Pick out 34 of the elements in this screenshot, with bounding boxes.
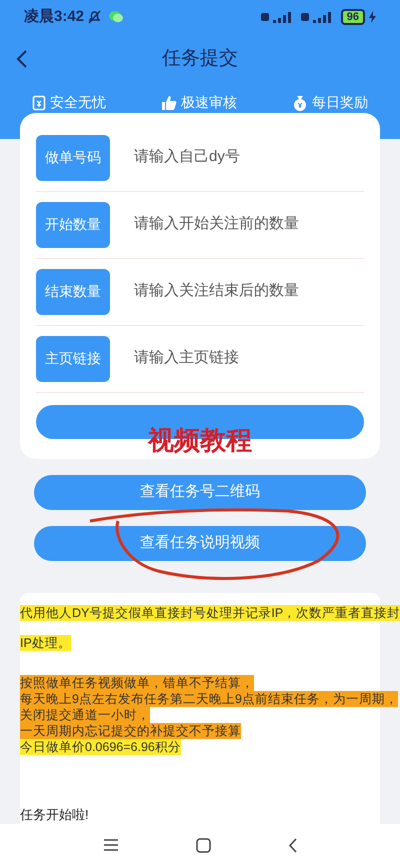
lightning-icon: [369, 11, 376, 23]
chat-app-icon: [109, 11, 124, 23]
home-icon[interactable]: [196, 838, 210, 853]
input-field[interactable]: 请输入关注结束后的数量: [134, 280, 364, 303]
notice-text: 关闭提交通道一小时，: [20, 706, 150, 723]
action-button[interactable]: 查看任务号二维码: [34, 474, 366, 510]
thumbs-up-icon: [161, 94, 177, 110]
notice-text: 按照做单任务视频做单，错单不予结算，: [20, 674, 254, 691]
input-field[interactable]: 请输入自己dy号: [134, 146, 364, 169]
feature-label: 每日奖励: [312, 93, 368, 112]
notice-text: 一天周期内忘记提交的补提交不予接算: [20, 722, 241, 739]
field-label: 主页链接: [36, 336, 110, 382]
field-label: 结束数量: [36, 268, 110, 315]
feature-label: 极速审核: [181, 93, 237, 112]
notice-text: IP处理。: [20, 634, 71, 651]
status-time: 凌晨3:42: [24, 6, 84, 27]
input-field[interactable]: 请输入主页链接: [134, 347, 364, 370]
action-button[interactable]: 查看任务说明视频: [34, 526, 366, 561]
page-title: 任务提交: [162, 46, 238, 71]
notice-text: 每天晚上9点左右发布任务第二天晚上9点前结束任务，为一周期，: [20, 690, 398, 707]
notice-text: 代用他人DY号提交假单直接封号处理并记录IP，次数严重者直接封: [20, 604, 400, 621]
bell-muted-icon: [88, 10, 102, 24]
notice-text: 今日做单价0.0696=6.96积分: [20, 738, 181, 755]
back-icon[interactable]: [16, 49, 28, 69]
feature-label: 安全无忧: [50, 93, 106, 112]
battery-indicator: 96: [340, 9, 365, 25]
input-field[interactable]: 请输入开始关注前的数量: [134, 213, 364, 236]
menu-icon[interactable]: [102, 838, 118, 852]
notice-text: 任务开始啦!: [20, 806, 90, 824]
field-label: 做单号码: [36, 134, 110, 181]
money-bag-icon: [292, 94, 308, 110]
field-label: 开始数量: [36, 202, 110, 248]
document-icon: [32, 94, 46, 110]
back-icon[interactable]: [288, 838, 298, 853]
